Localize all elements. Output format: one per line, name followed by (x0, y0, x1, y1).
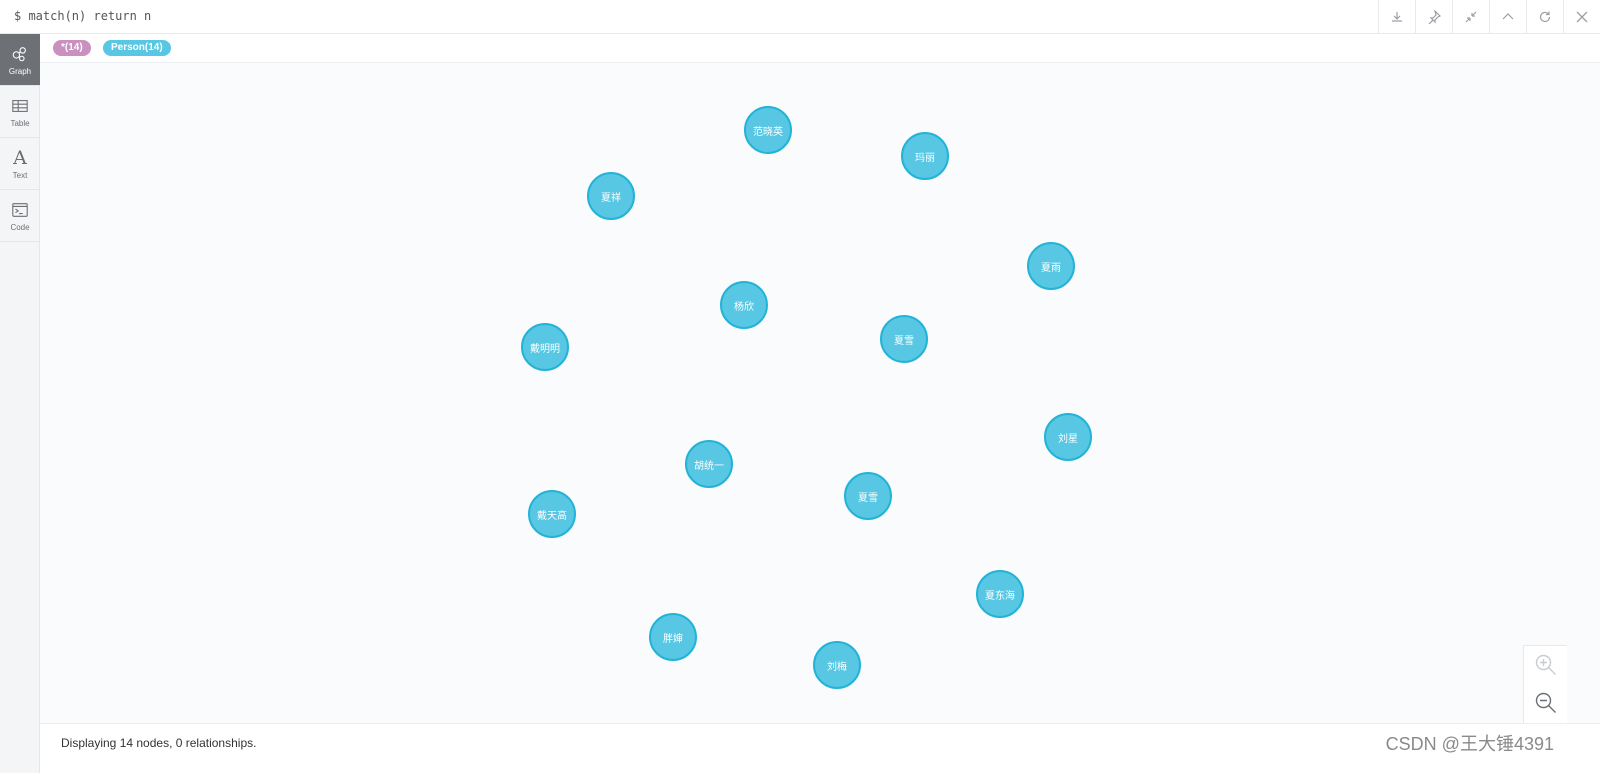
collapse-button[interactable] (1452, 0, 1489, 34)
zoom-out-icon (1535, 692, 1556, 713)
code-icon (10, 200, 30, 220)
query-text[interactable]: $ match(n) return n (14, 9, 151, 23)
sidebar-item-graph[interactable]: Graph (0, 34, 40, 86)
graph-node[interactable]: 夏雪 (880, 315, 928, 363)
sidebar-item-label: Table (10, 118, 30, 128)
fold-up-button[interactable] (1489, 0, 1526, 34)
sidebar-item-table[interactable]: Table (0, 86, 40, 138)
label-filter-bar: *(14) Person(14) (40, 34, 1600, 63)
sidebar-item-label: Code (10, 222, 30, 232)
text-icon: A (13, 146, 27, 169)
graph-canvas[interactable]: 范晓英 玛丽 夏祥 夏雨 杨欣 夏雪 戴明明 刘星 胡统一 夏雪 戴天高 夏东海… (40, 63, 1600, 723)
graph-node[interactable]: 杨欣 (720, 281, 768, 329)
query-bar: $ match(n) return n (0, 0, 1600, 34)
graph-node[interactable]: 刘星 (1044, 413, 1092, 461)
graph-icon (10, 44, 30, 64)
graph-node[interactable]: 夏雪 (844, 472, 892, 520)
chevron-up-icon (1502, 13, 1514, 20)
close-icon (1576, 11, 1588, 23)
sidebar-item-code[interactable]: Code (0, 190, 40, 242)
frame-actions (1378, 0, 1600, 34)
table-icon (10, 96, 30, 116)
close-button[interactable] (1563, 0, 1600, 34)
download-icon (1392, 12, 1402, 22)
person-label-chip[interactable]: Person(14) (103, 40, 171, 56)
pin-icon (1428, 10, 1441, 24)
sidebar-item-label: Graph (8, 66, 32, 76)
collapse-icon (1465, 11, 1477, 23)
pin-button[interactable] (1415, 0, 1452, 34)
zoom-in-icon (1535, 654, 1556, 675)
graph-node[interactable]: 胡统一 (685, 440, 733, 488)
all-nodes-chip[interactable]: *(14) (53, 40, 91, 56)
zoom-in-button[interactable] (1524, 646, 1568, 684)
zoom-out-button[interactable] (1524, 684, 1568, 722)
refresh-icon (1539, 11, 1551, 23)
download-button[interactable] (1378, 0, 1415, 34)
sidebar-item-text[interactable]: A Text (0, 138, 40, 190)
sidebar-item-label: Text (12, 170, 28, 180)
view-sidebar: Graph Table A Text Code (0, 34, 40, 773)
graph-node[interactable]: 夏雨 (1027, 242, 1075, 290)
graph-node[interactable]: 戴明明 (521, 323, 569, 371)
refresh-button[interactable] (1526, 0, 1563, 34)
zoom-controls (1523, 645, 1567, 723)
graph-node[interactable]: 玛丽 (901, 132, 949, 180)
graph-node[interactable]: 胖婶 (649, 613, 697, 661)
graph-node[interactable]: 戴天高 (528, 490, 576, 538)
graph-node[interactable]: 范晓英 (744, 106, 792, 154)
graph-node[interactable]: 夏祥 (587, 172, 635, 220)
status-bar: Displaying 14 nodes, 0 relationships. CS… (40, 723, 1600, 773)
graph-node[interactable]: 夏东海 (976, 570, 1024, 618)
graph-node[interactable]: 刘梅 (813, 641, 861, 689)
csdn-watermark: CSDN @王大锤4391 (1385, 734, 1554, 754)
result-summary: Displaying 14 nodes, 0 relationships. (61, 736, 257, 750)
